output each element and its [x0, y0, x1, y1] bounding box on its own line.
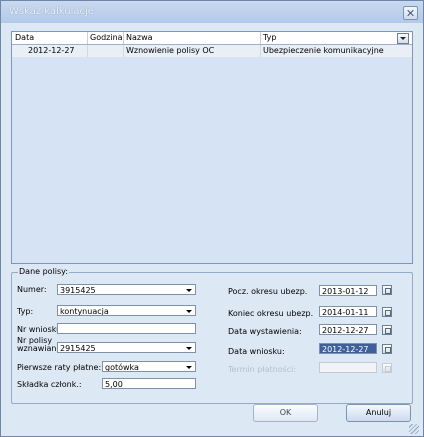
typ-label: Typ:	[17, 307, 34, 316]
data-wniosku-value: 2012-12-27	[322, 345, 369, 354]
resize-grip-icon[interactable]	[409, 424, 419, 434]
chevron-down-icon[interactable]	[186, 310, 192, 313]
cell-separator	[123, 45, 124, 57]
column-separator	[87, 32, 88, 44]
calendar-icon[interactable]	[382, 325, 392, 335]
cell-typ: Ubezpieczenie komunikacyjne	[263, 46, 384, 55]
pocz-okresu-value: 2013-01-12	[322, 287, 369, 296]
nr-polisy-combo[interactable]: 2915425	[57, 342, 196, 353]
koniec-okresu-input[interactable]: 2014-01-11	[319, 306, 377, 317]
pocz-okresu-input[interactable]: 2013-01-12	[319, 285, 377, 296]
calendar-icon[interactable]	[382, 344, 392, 354]
column-separator	[260, 32, 261, 44]
numer-value: 3915425	[60, 286, 96, 295]
pierwsze-raty-label: Pierwsze raty płatne:	[17, 363, 102, 372]
typ-combo[interactable]: kontynuacja	[57, 305, 196, 316]
pocz-okresu-label: Pocz. okresu ubezp.	[228, 287, 308, 296]
column-header-typ[interactable]: Typ	[263, 33, 276, 42]
chevron-down-icon[interactable]	[186, 347, 192, 350]
data-wniosku-label: Data wniosku:	[228, 347, 285, 356]
nr-wniosku-input[interactable]	[57, 323, 196, 334]
typ-value: kontynuacja	[60, 307, 109, 316]
cell-separator	[260, 45, 261, 57]
policy-data-group: Dane polisy: Numer: 3915425 Typ: kontynu…	[11, 267, 413, 404]
table-row[interactable]: 2012-12-27 Wznowienie polisy OC Ubezpiec…	[12, 45, 412, 57]
grid-header: Data Godzina Nazwa Typ	[12, 32, 412, 45]
data-wystawienia-label: Data wystawienia:	[228, 327, 302, 336]
pierwsze-raty-value: gotówka	[105, 363, 139, 372]
koniec-okresu-label: Koniec okresu ubezp.	[228, 309, 314, 318]
ok-button[interactable]: OK	[253, 404, 318, 422]
calculation-dialog: Wskaz kalkulacje Data Godzina Nazwa Typ …	[0, 0, 424, 437]
cell-separator	[87, 45, 88, 57]
numer-combo[interactable]: 3915425	[57, 284, 196, 295]
column-header-data[interactable]: Data	[15, 33, 34, 42]
column-header-nazwa[interactable]: Nazwa	[126, 33, 153, 42]
title-bar[interactable]: Wskaz kalkulacje	[1, 1, 423, 23]
nr-polisy-value: 2915425	[60, 344, 96, 353]
column-header-godzina[interactable]: Godzina	[90, 33, 123, 42]
skladka-label: Składka członk.:	[17, 380, 82, 389]
data-wystawienia-value: 2012-12-27	[322, 326, 369, 335]
chevron-down-icon[interactable]	[186, 366, 192, 369]
skladka-value: 5,00	[105, 380, 123, 389]
calculations-grid[interactable]: Data Godzina Nazwa Typ 2012-12-27 Wznowi…	[11, 31, 413, 264]
cell-data: 2012-12-27	[28, 46, 75, 55]
pierwsze-raty-combo[interactable]: gotówka	[102, 361, 196, 372]
data-wystawienia-input[interactable]: 2012-12-27	[319, 324, 377, 335]
column-separator	[123, 32, 124, 44]
chevron-down-icon[interactable]	[397, 33, 409, 44]
termin-platnosci-label: Termin płatności:	[228, 365, 297, 374]
koniec-okresu-value: 2014-01-11	[322, 308, 369, 317]
termin-platnosci-input	[319, 362, 377, 373]
calendar-icon	[382, 363, 392, 373]
numer-label: Numer:	[17, 285, 47, 294]
group-legend: Dane polisy:	[18, 267, 70, 276]
data-wniosku-input[interactable]: 2012-12-27	[319, 343, 377, 354]
close-icon[interactable]	[403, 6, 418, 20]
window-title: Wskaz kalkulacje	[9, 6, 94, 17]
cancel-button[interactable]: Anuluj	[346, 404, 411, 422]
skladka-input[interactable]: 5,00	[102, 378, 196, 389]
calendar-icon[interactable]	[382, 307, 392, 317]
calendar-icon[interactable]	[382, 285, 392, 295]
chevron-down-icon[interactable]	[186, 289, 192, 292]
cell-nazwa: Wznowienie polisy OC	[126, 46, 215, 55]
